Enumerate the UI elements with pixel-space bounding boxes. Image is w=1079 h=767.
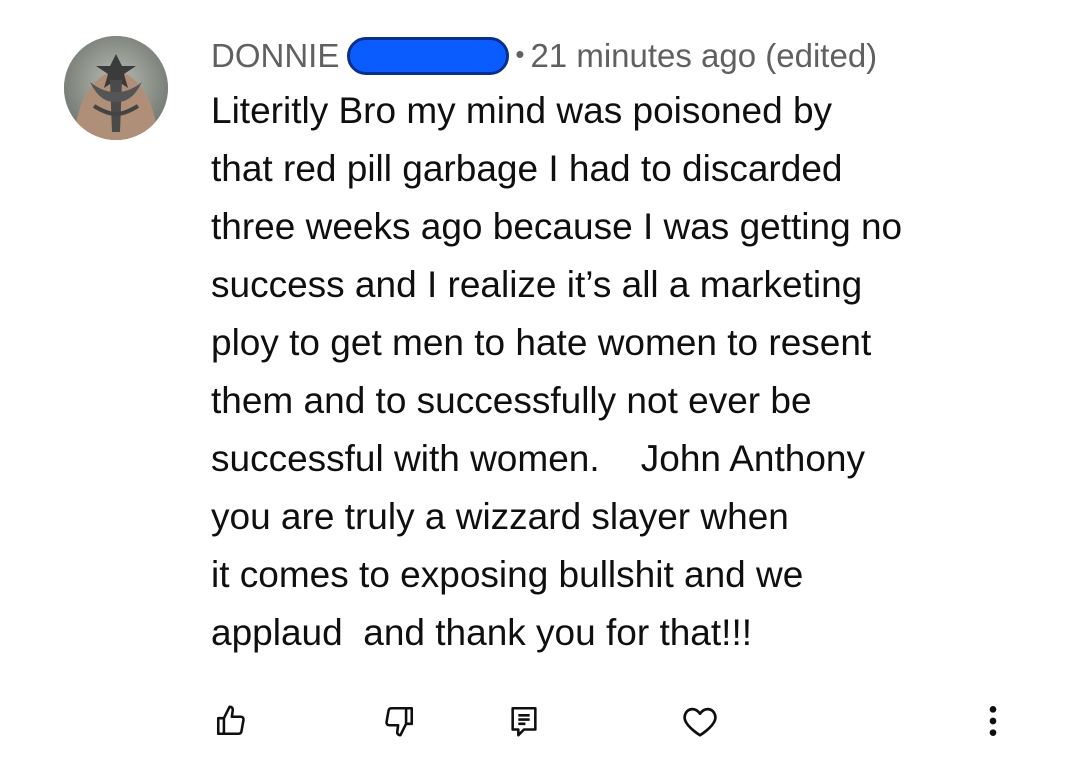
comment-body: Literitly Bro my mind was poisoned by th… <box>211 82 1031 662</box>
comment-header: DONNIE • 21 minutes ago (edited) <box>211 34 877 78</box>
redacted-name-block <box>347 37 510 75</box>
more-options-button[interactable] <box>968 696 1018 746</box>
like-button[interactable] <box>206 696 256 746</box>
reply-icon <box>511 706 537 737</box>
author-name[interactable]: DONNIE <box>211 37 339 75</box>
separator-dot: • <box>515 38 525 69</box>
comment-line: you are truly a wizzard slayer when <box>211 496 789 537</box>
comment-line: success and I realize it’s all a marketi… <box>211 264 863 305</box>
reply-button[interactable] <box>499 696 549 746</box>
thumbs-down-icon <box>385 706 414 737</box>
more-options-icon <box>989 706 997 736</box>
dislike-button[interactable] <box>374 696 424 746</box>
thumbs-up-icon <box>216 705 245 736</box>
comment-line: that red pill garbage I had to discarded <box>211 148 843 189</box>
comment-line: successful with women. John Anthony <box>211 438 866 479</box>
avatar[interactable] <box>64 36 168 140</box>
heart-button[interactable] <box>675 696 725 746</box>
comment-line: it comes to exposing bullshit and we <box>211 554 804 595</box>
avatar-image <box>64 36 168 140</box>
comment-line: applaud and thank you for that!!! <box>211 612 752 653</box>
comment-actions <box>0 696 1079 748</box>
comment-line: ploy to get men to hate women to resent <box>211 322 872 363</box>
comment-timestamp[interactable]: 21 minutes ago (edited) <box>530 37 877 75</box>
heart-icon <box>683 707 717 737</box>
comment-line: Literitly Bro my mind was poisoned by <box>211 90 833 131</box>
comment-line: them and to successfully not ever be <box>211 380 812 421</box>
comment-line: three weeks ago because I was getting no <box>211 206 903 247</box>
